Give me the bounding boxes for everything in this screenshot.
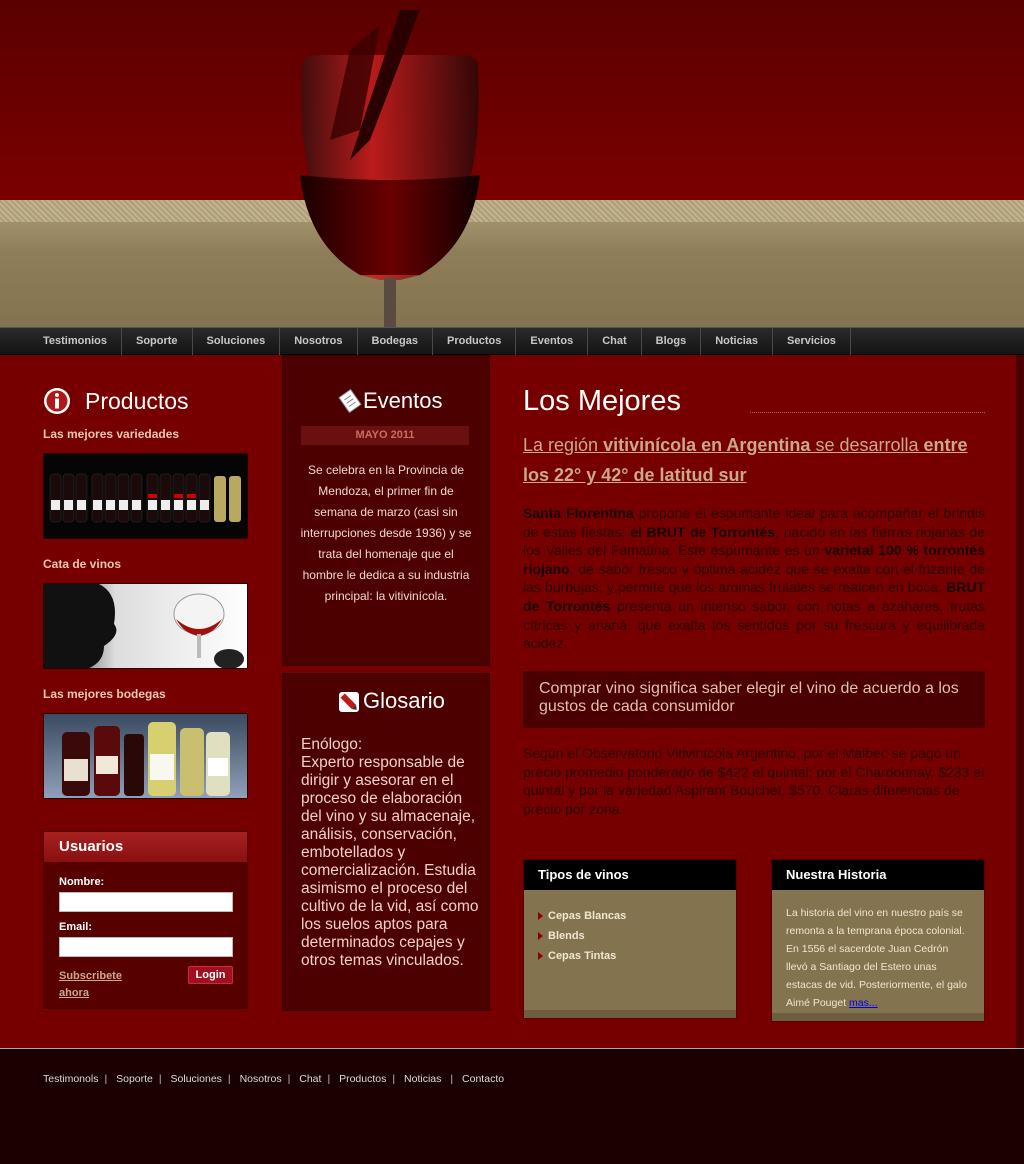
section-label-cata: Cata de vinos — [43, 557, 122, 571]
body-paragraph: Santa Florentina propone el espumante id… — [523, 504, 985, 653]
footer-separator: | — [392, 1073, 396, 1085]
info-icon — [44, 388, 70, 414]
glossary-heading: Glosario — [363, 688, 445, 713]
prices-paragraph: Según el Observatorio Vitivinícola Argen… — [523, 745, 985, 817]
glossary-term: Enólogo: — [301, 736, 363, 753]
events-heading: Eventos — [363, 388, 443, 413]
nav-nosotros[interactable]: Nosotros — [280, 328, 358, 355]
wine-types-box: Tipos de vinos Cepas Blancas Blends Cepa… — [523, 859, 737, 1019]
users-title: Usuarios — [44, 832, 247, 862]
wine-types-title: Tipos de vinos — [524, 860, 736, 890]
email-label: Email: — [59, 921, 93, 933]
nav-noticias[interactable]: Noticias — [701, 328, 773, 355]
lead-bold-1: vitivinícola en Argentina — [603, 435, 811, 455]
nav-chat[interactable]: Chat — [588, 328, 642, 355]
quote-box: Comprar vino significa saber elegir el v… — [523, 671, 985, 728]
productos-heading: Productos — [85, 388, 189, 414]
footer-link-chat[interactable]: Chat — [299, 1073, 321, 1085]
wineries-image[interactable] — [43, 713, 248, 799]
users-login-box: Usuarios Nombre: Email: Subscribete ahor… — [43, 831, 248, 1009]
glossary-definition: Experto responsable de dirigir y asesora… — [301, 754, 479, 969]
para-bold-2: el BRUT de Torrontés — [630, 523, 776, 540]
document-icon — [338, 389, 362, 413]
para-text-3: , de sabor fresco y óptima acidez que se… — [523, 560, 985, 596]
footer-link-nosotros[interactable]: Nosotros — [240, 1073, 282, 1085]
subscribe-link-line1: Subscribete — [59, 970, 122, 982]
subscribe-link-line2: ahora — [59, 987, 89, 999]
nav-bodegas[interactable]: Bodegas — [358, 328, 433, 355]
wine-glass-illustration — [300, 10, 480, 328]
box-footer-strip — [772, 1013, 984, 1021]
footer — [0, 1048, 1024, 1164]
main-title: Los Mejores — [523, 385, 681, 417]
more-link[interactable]: mas... — [849, 997, 878, 1009]
footer-separator: | — [158, 1073, 162, 1085]
history-text: La historia del vino en nuestro país se … — [786, 904, 970, 1012]
wine-type-item[interactable]: Cepas Tintas — [538, 948, 736, 968]
section-label-variedades: Las mejores variedades — [43, 427, 180, 441]
wine-type-item[interactable]: Cepas Blancas — [538, 908, 736, 928]
lead-text-1: La región — [523, 435, 604, 455]
events-date: MAYO 2011 — [301, 426, 469, 445]
footer-link-contacto[interactable]: Contacto — [462, 1073, 504, 1085]
email-input[interactable] — [59, 937, 233, 957]
nav-soporte[interactable]: Soporte — [122, 328, 193, 355]
header-tan-band — [0, 200, 1024, 327]
nav-blogs[interactable]: Blogs — [642, 328, 702, 355]
footer-link-productos[interactable]: Productos — [339, 1073, 386, 1085]
footer-navigation: Testimonols | Soporte | Soluciones | Nosotr… — [43, 1073, 504, 1085]
subscribe-link[interactable]: Subscribete ahora — [59, 968, 122, 1002]
login-button[interactable]: Login — [188, 966, 233, 984]
events-text: Se celebra en la Provincia de Mendoza, e… — [300, 463, 472, 603]
history-body: La historia del vino en nuestro país se … — [786, 907, 967, 1009]
title-dotted-rule — [750, 412, 985, 413]
footer-separator: | — [227, 1073, 231, 1085]
nav-servicios[interactable]: Servicios — [773, 328, 851, 355]
nav-soluciones[interactable]: Soluciones — [193, 328, 281, 355]
name-label: Nombre: — [59, 876, 105, 888]
nav-eventos[interactable]: Eventos — [516, 328, 589, 355]
wine-tasting-image[interactable] — [43, 583, 248, 669]
wine-type-item[interactable]: Blends — [538, 928, 736, 948]
footer-separator: | — [104, 1073, 108, 1085]
footer-link-testimonios[interactable]: Testimonols — [43, 1073, 98, 1085]
box-footer-strip — [524, 1010, 736, 1018]
footer-separator: | — [287, 1073, 291, 1085]
para-bold-1: Santa Florentina — [523, 505, 634, 521]
section-label-bodegas: Las mejores bodegas — [43, 687, 166, 701]
history-box: Nuestra Historia La historia del vino en… — [771, 859, 985, 1022]
nav-productos[interactable]: Productos — [433, 328, 517, 355]
top-navigation: Testimonios Soporte Soluciones Nosotros … — [0, 327, 1024, 355]
footer-separator: | — [327, 1073, 331, 1085]
pencil-icon — [339, 692, 359, 712]
lead-paragraph: La región vitivinícola en Argentina se d… — [523, 430, 985, 490]
footer-link-noticias[interactable]: Noticias — [404, 1073, 441, 1085]
lead-text-2: se desarrolla — [810, 435, 924, 455]
nav-testimonios[interactable]: Testimonios — [29, 328, 122, 355]
wine-bottles-image[interactable] — [43, 453, 248, 539]
history-title: Nuestra Historia — [772, 860, 984, 890]
footer-link-soluciones[interactable]: Soluciones — [171, 1073, 222, 1085]
name-input[interactable] — [59, 892, 233, 912]
footer-link-soporte[interactable]: Soporte — [116, 1073, 153, 1085]
footer-separator: | — [450, 1073, 454, 1085]
